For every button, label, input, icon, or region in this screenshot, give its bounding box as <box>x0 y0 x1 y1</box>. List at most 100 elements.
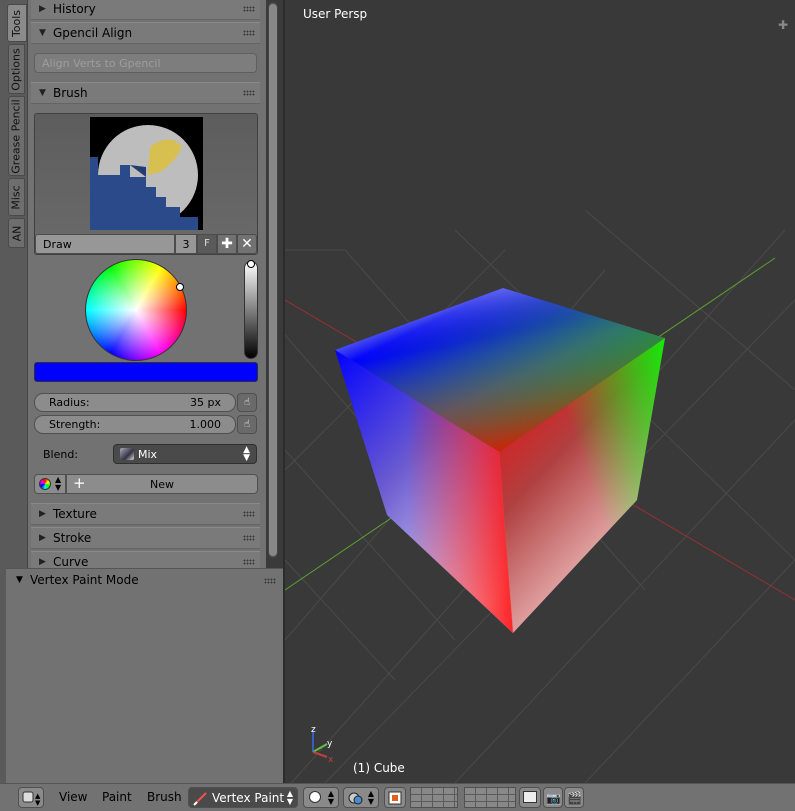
palette-browse-button[interactable]: ▲ ▼ <box>34 474 66 494</box>
collapse-triangle-icon: ▼ <box>16 575 23 585</box>
palette-row: ▲ ▼ + New <box>34 474 258 494</box>
color-wheel-cursor[interactable] <box>176 283 184 291</box>
pivot-icon <box>348 792 363 805</box>
fake-user-toggle[interactable]: F <box>197 234 217 254</box>
panel-stroke-header[interactable]: ▶ Stroke <box>31 527 260 549</box>
drag-grip-icon[interactable] <box>243 6 255 12</box>
tool-shelf-scrollbar-thumb[interactable] <box>269 4 277 556</box>
render-animation-button[interactable]: 🎬 <box>564 787 584 808</box>
new-palette-button[interactable]: + New <box>66 474 258 494</box>
layers-icon <box>523 791 537 803</box>
drag-grip-icon[interactable] <box>243 90 255 96</box>
strength-pressure-icon[interactable]: ☝ <box>237 415 257 434</box>
tab-options[interactable]: Options <box>8 44 25 94</box>
collapse-triangle-icon: ▼ <box>39 88 46 98</box>
palette-icon <box>39 478 51 490</box>
svg-text:z: z <box>311 725 316 735</box>
panel-title: Brush <box>53 86 88 100</box>
editor-type-button[interactable]: ▲ ▼ <box>18 787 44 808</box>
brush-thumbnail[interactable] <box>90 117 203 230</box>
render-image-button[interactable]: 📷 <box>543 787 563 808</box>
expand-triangle-icon: ▶ <box>39 509 46 519</box>
operator-panel: ▼ Vertex Paint Mode <box>6 568 284 783</box>
brush-preview[interactable]: Draw 3 F ✚ ✕ <box>34 113 258 255</box>
panel-title: Stroke <box>53 531 92 545</box>
updown-arrows-icon: ▲ ▼ <box>243 445 250 463</box>
active-object-label: (1) Cube <box>353 761 405 775</box>
panel-title: History <box>53 2 96 16</box>
face-mask-icon <box>388 791 402 805</box>
svg-text:▼: ▼ <box>35 799 41 807</box>
camera-icon: 📷 <box>546 791 561 805</box>
paint-mask-toggle[interactable] <box>384 787 406 808</box>
radius-field[interactable]: Radius: 35 px <box>34 393 236 412</box>
tab-an[interactable]: AN <box>8 218 25 248</box>
mode-select[interactable]: Vertex Paint ▲ ▼ <box>188 787 298 808</box>
pivot-point-select[interactable]: ▲ ▼ <box>343 787 379 808</box>
tab-grease-pencil[interactable]: Grease Pencil <box>8 96 25 176</box>
clapper-icon: 🎬 <box>567 791 582 805</box>
brush-thumbnail-image <box>90 125 198 230</box>
brush-datablock-row: Draw 3 F ✚ ✕ <box>35 234 257 254</box>
drag-grip-icon[interactable] <box>243 30 255 36</box>
tool-shelf: ▶ History ▼ Gpencil Align Align Verts to… <box>28 0 266 568</box>
panel-title: Curve <box>53 555 89 568</box>
layers-grid-icon[interactable] <box>410 787 458 808</box>
brush-users-count: 3 <box>175 234 197 254</box>
add-brush-icon[interactable]: ✚ <box>217 234 237 254</box>
tab-misc[interactable]: Misc <box>8 178 25 216</box>
unlink-brush-icon[interactable]: ✕ <box>237 234 257 254</box>
align-verts-button[interactable]: Align Verts to Gpencil <box>34 53 257 73</box>
updown-arrows-icon: ▲ ▼ <box>327 789 334 806</box>
strength-field[interactable]: Strength: 1.000 <box>34 415 236 434</box>
collapse-triangle-icon: ▼ <box>39 28 46 38</box>
view-menu[interactable]: View <box>59 790 87 804</box>
drag-grip-icon[interactable] <box>243 559 255 565</box>
viewport-shading-select[interactable]: ▲ ▼ <box>303 787 339 808</box>
blend-mode-icon <box>120 448 134 460</box>
value-slider-handle[interactable] <box>247 260 255 268</box>
brush-name-field[interactable]: Draw <box>35 234 175 254</box>
svg-text:y: y <box>327 739 333 749</box>
layers-grid-icon[interactable] <box>464 787 516 808</box>
blend-mode-select[interactable]: Mix ▲ ▼ <box>113 444 257 464</box>
panel-title: Gpencil Align <box>53 26 133 40</box>
3d-view-icon: ▲▼ <box>22 791 41 807</box>
brush-color-swatch[interactable] <box>34 362 258 382</box>
updown-arrows-icon: ▲ ▼ <box>367 789 374 806</box>
expand-triangle-icon: ▶ <box>39 533 46 543</box>
viewport-scene: z y x <box>285 209 795 783</box>
solid-sphere-icon <box>309 791 321 803</box>
cube-mesh[interactable] <box>335 288 665 634</box>
panel-curve-header[interactable]: ▶ Curve <box>31 551 260 568</box>
tab-tools[interactable]: Tools <box>7 4 27 42</box>
panel-title: Texture <box>53 507 97 521</box>
layer-manager-button[interactable] <box>519 787 541 808</box>
svg-text:x: x <box>328 755 334 765</box>
drag-grip-icon[interactable] <box>264 578 276 584</box>
drag-grip-icon[interactable] <box>243 511 255 517</box>
3d-view-header: ▲ ▼ View Paint Brush Vertex Paint ▲ ▼ ▲ ▼ ▲… <box>0 783 795 811</box>
updown-arrows-icon: ▲ ▼ <box>55 475 62 492</box>
axis-gizmo: z y x <box>311 725 334 765</box>
brush-menu[interactable]: Brush <box>147 790 182 804</box>
expand-triangle-icon: ▶ <box>39 557 46 567</box>
radius-pressure-icon[interactable]: ☝ <box>237 393 257 412</box>
value-slider[interactable] <box>244 261 258 359</box>
color-wheel[interactable] <box>85 259 187 361</box>
panel-texture-header[interactable]: ▶ Texture <box>31 503 260 525</box>
updown-arrows-icon: ▲ ▼ <box>286 789 293 806</box>
operator-panel-header[interactable]: ▼ Vertex Paint Mode <box>6 573 278 589</box>
view-label: User Persp <box>303 7 368 21</box>
panel-gpencil-align-header[interactable]: ▼ Gpencil Align <box>31 22 260 44</box>
brush-icon <box>193 792 207 806</box>
paint-menu[interactable]: Paint <box>102 790 132 804</box>
blend-label: Blend: <box>43 448 79 461</box>
expand-triangle-icon: ▶ <box>39 4 46 14</box>
panel-brush-header[interactable]: ▼ Brush <box>31 82 260 104</box>
region-expand-icon[interactable]: ✚ <box>778 19 789 31</box>
operator-panel-title: Vertex Paint Mode <box>30 573 139 587</box>
panel-history-header[interactable]: ▶ History <box>31 0 260 20</box>
3d-viewport[interactable]: z y x User Persp ✚ (1) Cube <box>285 0 795 783</box>
drag-grip-icon[interactable] <box>243 535 255 541</box>
